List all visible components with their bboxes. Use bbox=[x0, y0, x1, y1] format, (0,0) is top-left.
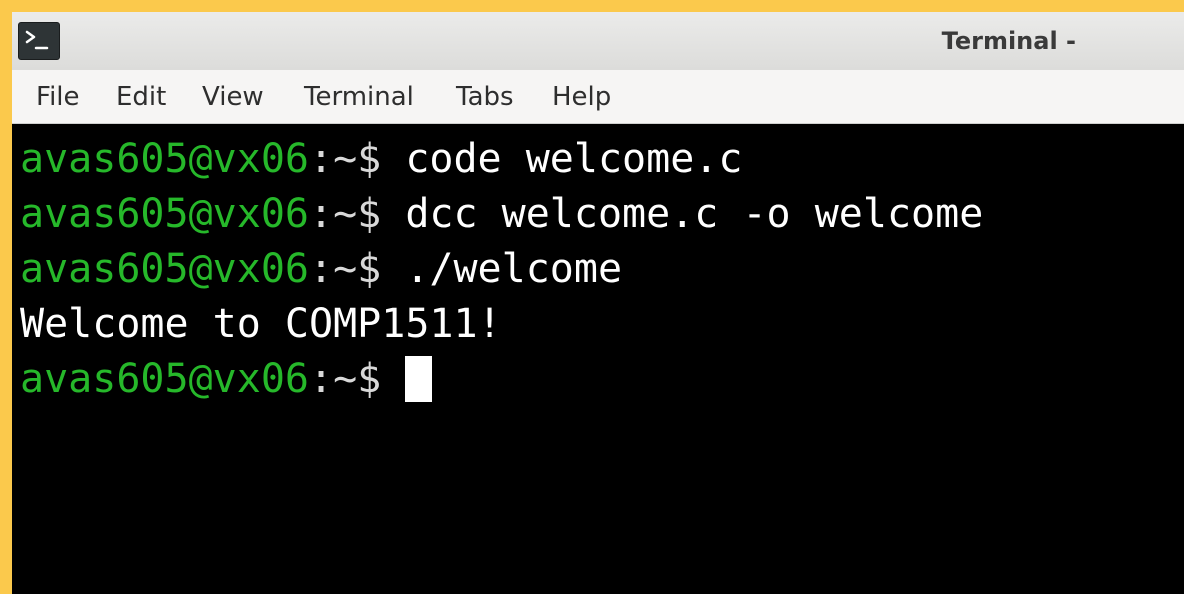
terminal-line-2: avas605@vx06:~$ dcc welcome.c -o welcome bbox=[20, 187, 1184, 242]
menu-terminal[interactable]: Terminal bbox=[304, 82, 414, 112]
terminal-icon[interactable] bbox=[18, 22, 60, 60]
prompt-path: :~$ bbox=[308, 246, 406, 292]
window-title: Terminal - bbox=[941, 27, 1076, 55]
menu-help[interactable]: Help bbox=[552, 82, 611, 112]
terminal-line-3: avas605@vx06:~$ ./welcome bbox=[20, 242, 1184, 297]
prompt-user: avas605@vx06 bbox=[20, 246, 309, 292]
prompt-user: avas605@vx06 bbox=[20, 136, 309, 182]
terminal-window: Terminal - File Edit View Terminal Tabs … bbox=[12, 12, 1184, 594]
terminal-line-1: avas605@vx06:~$ code welcome.c bbox=[20, 132, 1184, 187]
title-bar[interactable]: Terminal - bbox=[12, 12, 1184, 70]
prompt-path: :~$ bbox=[308, 191, 406, 237]
terminal-output[interactable]: avas605@vx06:~$ code welcome.c avas605@v… bbox=[12, 124, 1184, 594]
terminal-line-5: avas605@vx06:~$ bbox=[20, 352, 1184, 407]
menu-bar: File Edit View Terminal Tabs Help bbox=[12, 70, 1184, 124]
command-text: dcc welcome.c -o welcome bbox=[405, 191, 984, 237]
menu-edit[interactable]: Edit bbox=[116, 82, 166, 112]
menu-file[interactable]: File bbox=[36, 82, 80, 112]
menu-view[interactable]: View bbox=[202, 82, 264, 112]
prompt-path: :~$ bbox=[308, 136, 406, 182]
prompt-path: :~$ bbox=[308, 356, 406, 402]
command-text: code welcome.c bbox=[405, 136, 743, 182]
menu-tabs[interactable]: Tabs bbox=[456, 82, 514, 112]
terminal-cursor[interactable] bbox=[405, 356, 433, 402]
terminal-line-4: Welcome to COMP1511! bbox=[20, 297, 1184, 352]
prompt-user: avas605@vx06 bbox=[20, 356, 309, 402]
prompt-user: avas605@vx06 bbox=[20, 191, 309, 237]
program-output: Welcome to COMP1511! bbox=[20, 301, 502, 347]
command-text: ./welcome bbox=[405, 246, 623, 292]
